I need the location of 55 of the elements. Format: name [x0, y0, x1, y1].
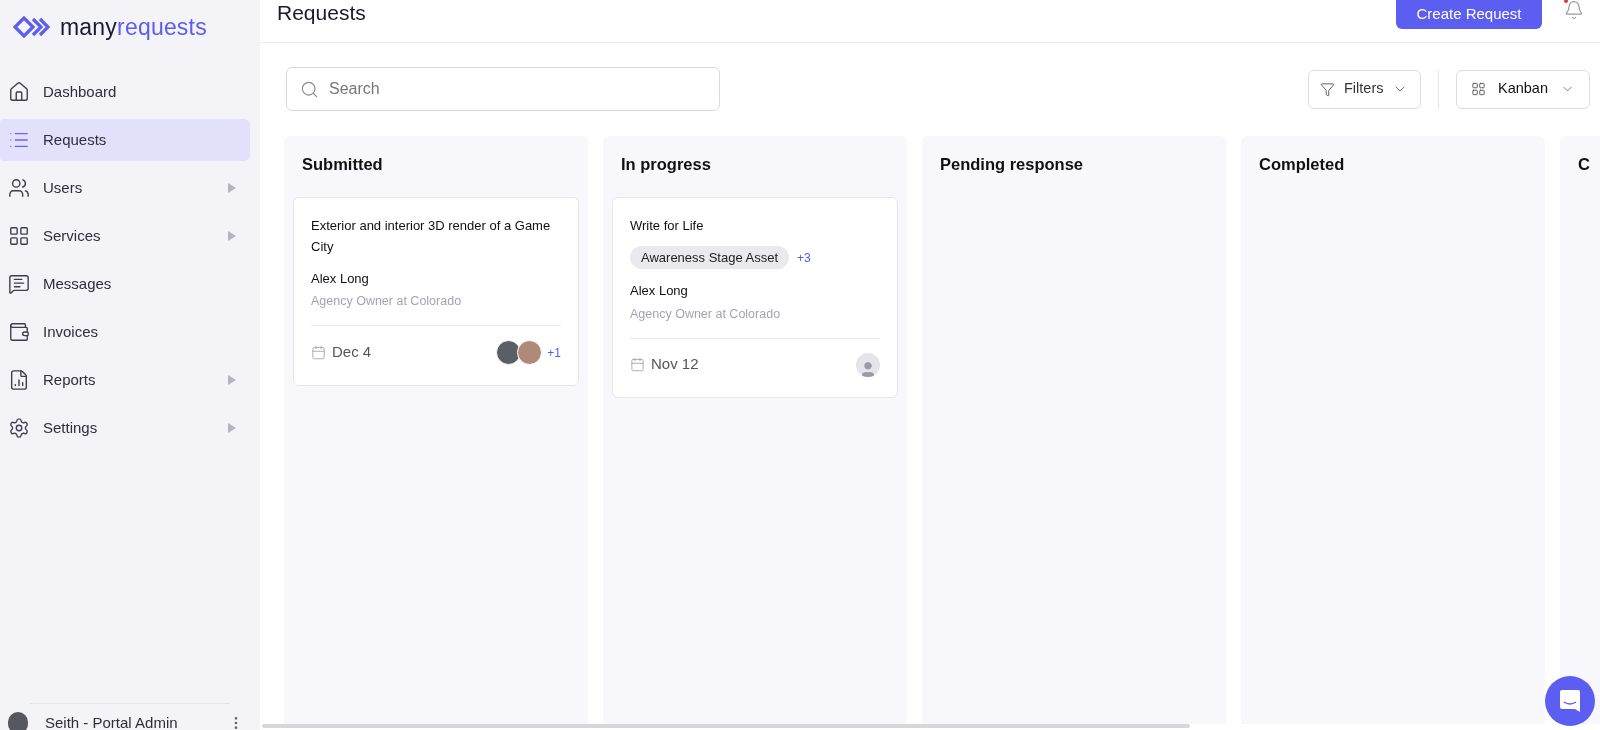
view-dropdown[interactable]: Kanban: [1456, 69, 1590, 109]
nav-item[interactable]: Users: [0, 167, 250, 209]
column-title: Submitted: [301, 154, 384, 175]
request-card[interactable]: Write for Life Awareness Stage Asset +3 Alex Long Agency Owner at Colorado Nov 12: [612, 196, 898, 398]
nav-item[interactable]: Requests: [0, 119, 250, 161]
user-name: Seith - Portal Admin: [45, 712, 179, 730]
settings-icon: [8, 417, 30, 439]
search-input[interactable]: Search: [329, 77, 706, 101]
calendar-icon: [630, 357, 645, 372]
nav-item[interactable]: Reports: [0, 359, 250, 401]
due-date: Dec 4: [332, 342, 372, 363]
chat-icon: [1559, 689, 1581, 713]
nav-item[interactable]: Messages: [0, 263, 250, 305]
column-title: Completed: [1258, 154, 1346, 175]
message-icon: [8, 273, 30, 295]
requester-role: Agency Owner at Colorado: [630, 305, 782, 323]
calendar-icon: [311, 345, 326, 360]
card-title: Write for Life: [630, 216, 705, 235]
due-date: Nov 12: [651, 354, 699, 375]
nav-item[interactable]: Services: [0, 215, 250, 257]
card-title: Exterior and interior 3D render of a Game City: [311, 216, 552, 256]
request-card[interactable]: Exterior and interior 3D render of a Game City Alex Long Agency Owner at Colorado Dec 4 +1: [293, 196, 579, 386]
requester-name: Alex Long: [630, 282, 689, 301]
board-icon: [1471, 81, 1486, 97]
nav-item[interactable]: Dashboard: [0, 71, 250, 113]
bell-icon: [1564, 0, 1584, 20]
search-field[interactable]: Search: [286, 67, 720, 111]
logo-icon: [13, 16, 53, 38]
avatar-placeholder: [856, 352, 880, 377]
grid-icon: [8, 225, 30, 247]
notification-bell[interactable]: [1564, 0, 1584, 22]
home-icon: [8, 81, 30, 103]
tag: Awareness Stage Asset: [630, 245, 790, 270]
chat-button[interactable]: [1545, 676, 1595, 726]
column-title: Pending response: [939, 154, 1085, 175]
requester-role: Agency Owner at Colorado: [311, 293, 463, 311]
requester-name: Alex Long: [311, 269, 370, 288]
users-icon: [8, 177, 30, 199]
page-title: Requests: [277, 0, 367, 26]
nav-item[interactable]: Invoices: [0, 311, 250, 353]
create-request-button[interactable]: Create Request: [1396, 0, 1542, 29]
filter-icon: [1320, 81, 1335, 97]
column-title: C: [1577, 154, 1591, 175]
avatar: [517, 340, 543, 365]
nav-item[interactable]: Settings: [0, 407, 250, 449]
search-icon: [300, 79, 319, 99]
brand-name: manyrequests: [60, 15, 207, 39]
filters-button[interactable]: Filters: [1308, 69, 1421, 109]
user-avatar: [8, 712, 28, 730]
wallet-icon: [8, 321, 30, 343]
column-title: In progress: [620, 154, 712, 175]
scrollbar[interactable]: [262, 724, 1190, 728]
more-assignees-count: +1: [547, 344, 561, 362]
report-icon: [8, 369, 30, 391]
more-tags-count: +3: [797, 249, 811, 267]
